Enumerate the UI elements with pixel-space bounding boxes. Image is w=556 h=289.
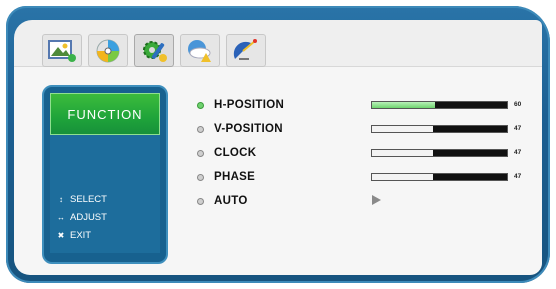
slider-fill <box>372 174 433 180</box>
h-position-value: 60 <box>514 101 522 108</box>
clock-slider[interactable] <box>371 149 508 157</box>
cloud-weather-icon[interactable] <box>180 34 220 67</box>
menu-item-phase[interactable]: PHASE <box>197 169 255 185</box>
h-position-slider[interactable] <box>371 101 508 109</box>
play-arrow-icon[interactable] <box>372 195 381 205</box>
hint-exit: ✖ EXIT <box>57 230 92 241</box>
phase-value: 47 <box>514 173 522 180</box>
menu-item-v-position[interactable]: V-POSITION <box>197 121 283 137</box>
slider-fill <box>372 126 433 132</box>
function-title: FUNCTION <box>50 93 160 135</box>
satellite-icon[interactable] <box>226 34 266 67</box>
selection-dot-icon <box>197 125 204 133</box>
selection-dot-icon <box>197 197 204 205</box>
slider-fill <box>372 102 436 108</box>
icon-tab-bar <box>42 34 266 67</box>
color-disc-icon[interactable] <box>88 34 128 67</box>
hint-adjust: ↔ ADJUST <box>57 212 107 223</box>
leftright-arrows-icon: ↔ <box>57 213 65 222</box>
hint-select: ↕ SELECT <box>56 194 107 205</box>
updown-arrows-icon: ↕ <box>59 195 63 204</box>
slider-fill <box>372 150 433 156</box>
v-position-slider[interactable] <box>371 125 508 133</box>
exit-icon: ✖ <box>57 231 65 240</box>
menu-item-auto[interactable]: AUTO <box>197 193 248 209</box>
menu-item-h-position[interactable]: H-POSITION <box>197 97 284 113</box>
phase-slider[interactable] <box>371 173 508 181</box>
selection-dot-icon <box>197 173 204 181</box>
menu-item-clock[interactable]: CLOCK <box>197 145 256 161</box>
function-gear-icon[interactable] <box>134 34 174 67</box>
v-position-value: 47 <box>514 125 522 132</box>
function-panel: FUNCTION ↕ SELECT ↔ ADJUST ✖ EXIT <box>42 85 168 264</box>
selection-dot-icon <box>197 149 204 157</box>
selection-dot-icon <box>197 101 204 109</box>
clock-value: 47 <box>514 149 522 156</box>
picture-icon[interactable] <box>42 34 82 67</box>
